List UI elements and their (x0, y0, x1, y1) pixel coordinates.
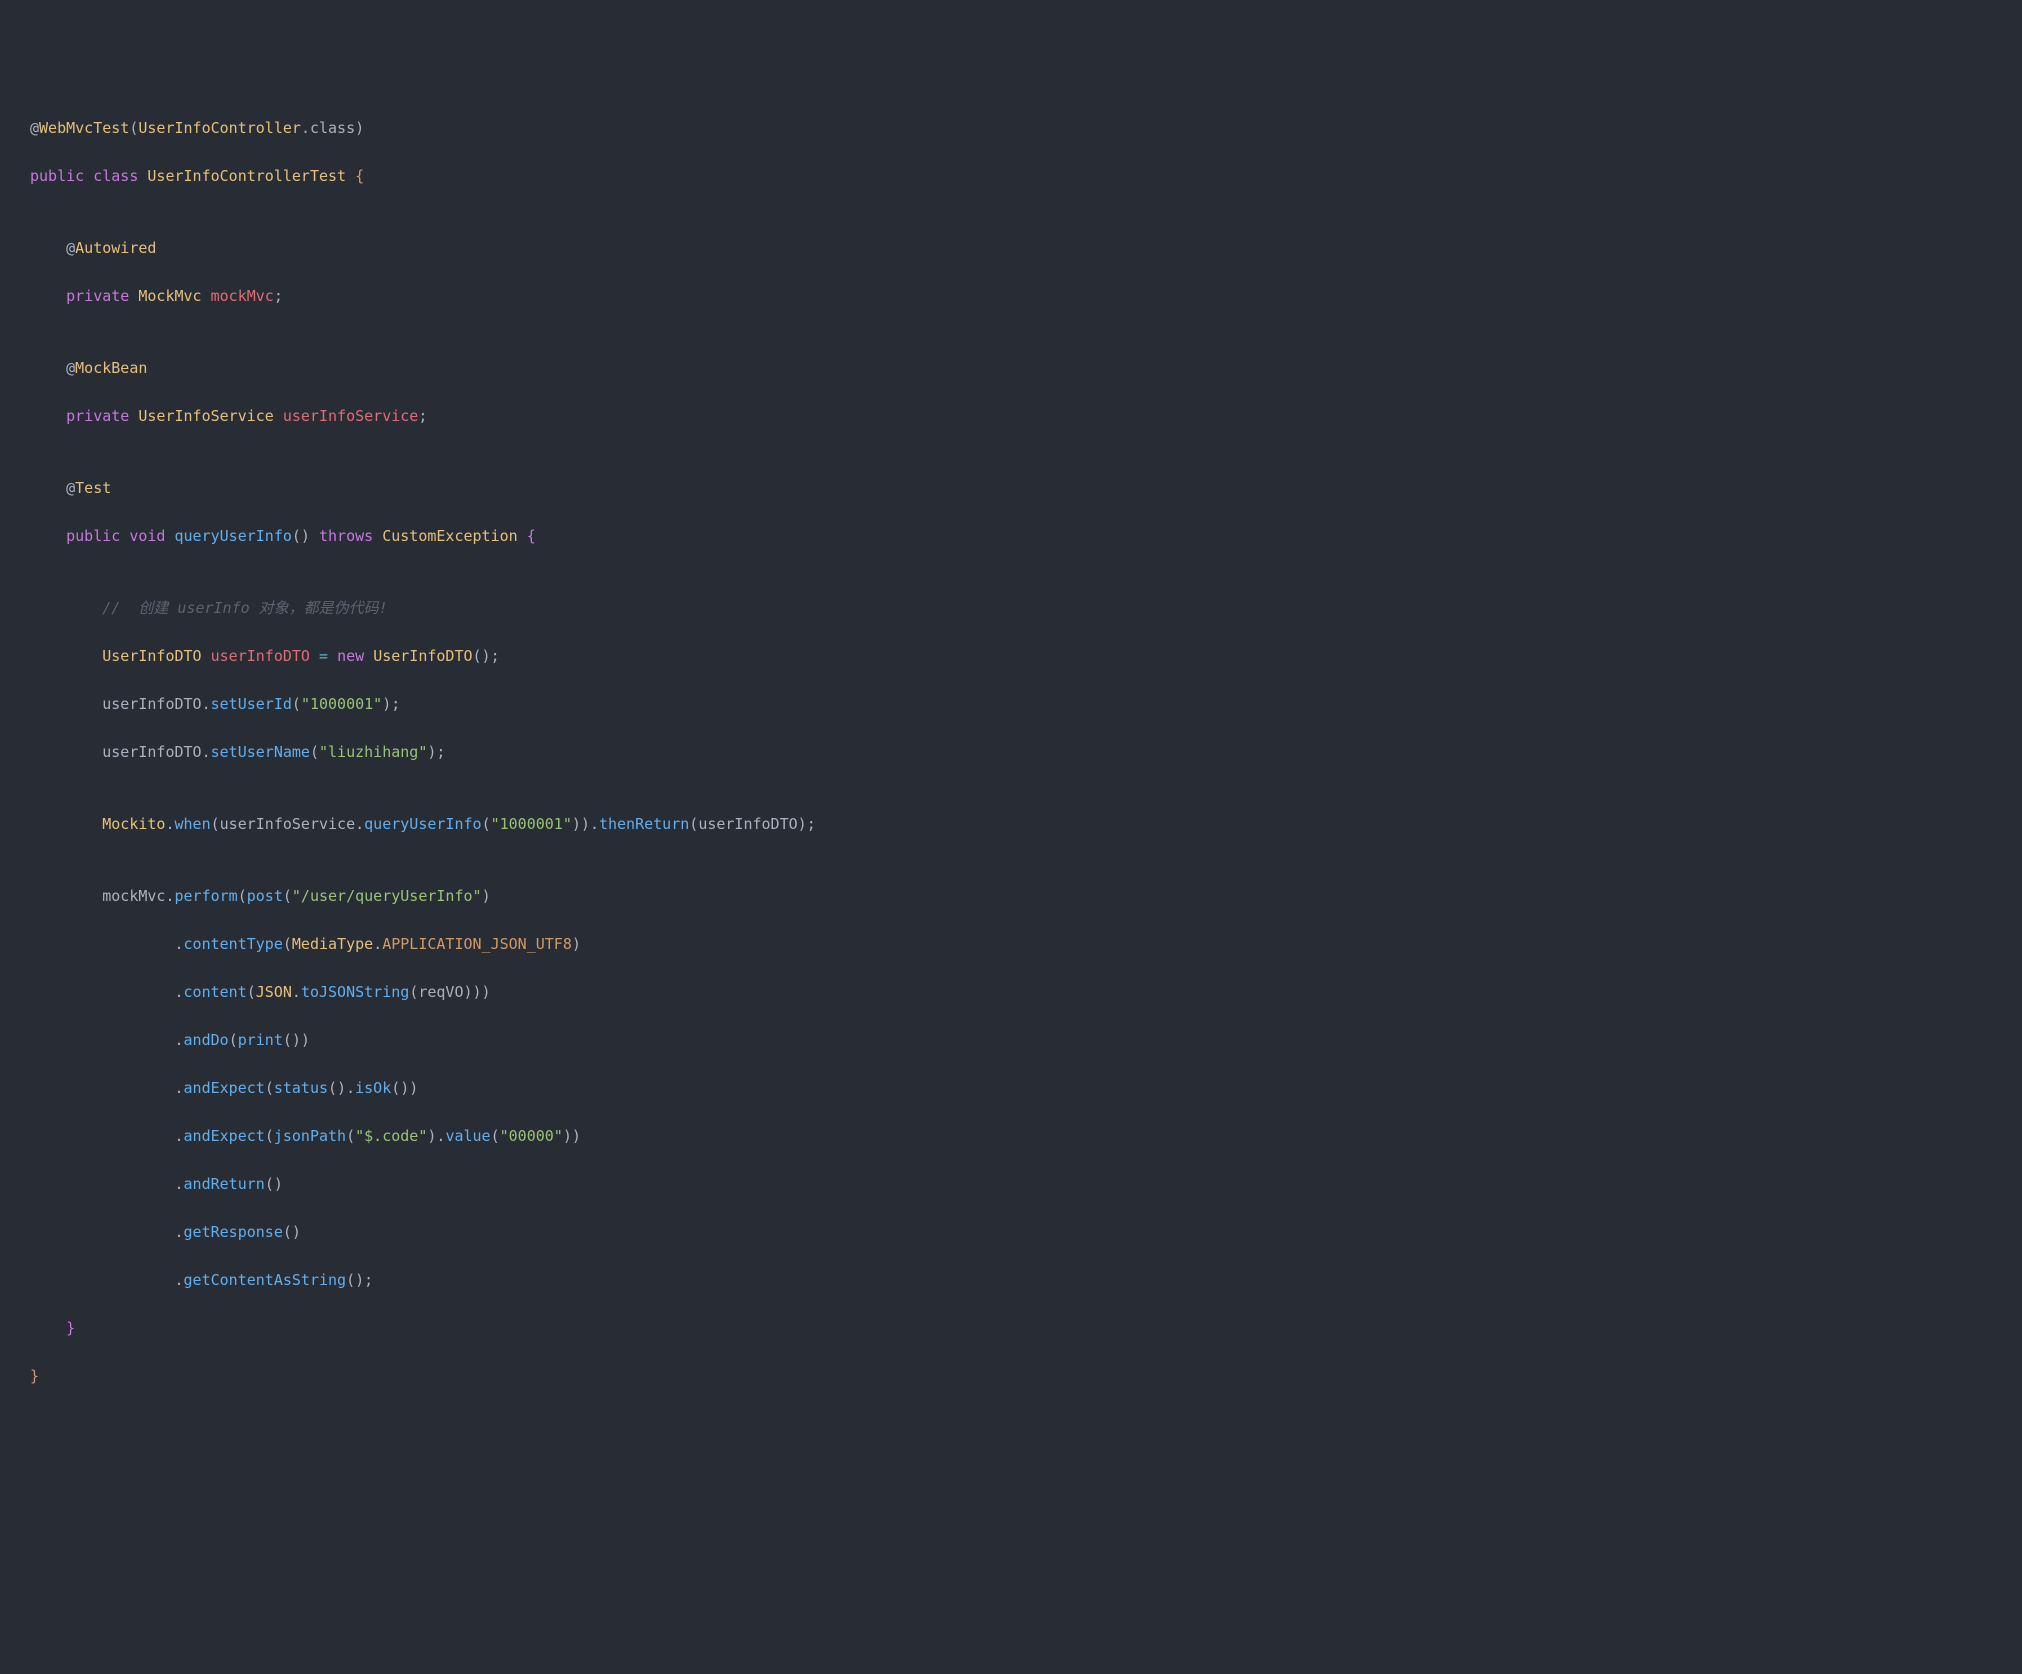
code-line: @WebMvcTest(UserInfoController.class) (30, 116, 1992, 140)
code-line: userInfoDTO.setUserName("liuzhihang"); (30, 740, 1992, 764)
code-line: .andReturn() (30, 1172, 1992, 1196)
code-line: .contentType(MediaType.APPLICATION_JSON_… (30, 932, 1992, 956)
code-line: UserInfoDTO userInfoDTO = new UserInfoDT… (30, 644, 1992, 668)
code-line: .getContentAsString(); (30, 1268, 1992, 1292)
code-line: userInfoDTO.setUserId("1000001"); (30, 692, 1992, 716)
code-line: .content(JSON.toJSONString(reqVO))) (30, 980, 1992, 1004)
code-line: mockMvc.perform(post("/user/queryUserInf… (30, 884, 1992, 908)
code-line: .andExpect(status().isOk()) (30, 1076, 1992, 1100)
code-line: // 创建 userInfo 对象，都是伪代码! (30, 596, 1992, 620)
code-line: .andExpect(jsonPath("$.code").value("000… (30, 1124, 1992, 1148)
code-line: Mockito.when(userInfoService.queryUserIn… (30, 812, 1992, 836)
code-editor[interactable]: @WebMvcTest(UserInfoController.class) pu… (30, 116, 1992, 1388)
code-line: public class UserInfoControllerTest { (30, 164, 1992, 188)
code-line: @Autowired (30, 236, 1992, 260)
code-line: } (30, 1364, 1992, 1388)
code-line: .andDo(print()) (30, 1028, 1992, 1052)
code-line: @MockBean (30, 356, 1992, 380)
code-line: private MockMvc mockMvc; (30, 284, 1992, 308)
code-line: public void queryUserInfo() throws Custo… (30, 524, 1992, 548)
code-line: } (30, 1316, 1992, 1340)
code-line: .getResponse() (30, 1220, 1992, 1244)
code-line: @Test (30, 476, 1992, 500)
code-line: private UserInfoService userInfoService; (30, 404, 1992, 428)
